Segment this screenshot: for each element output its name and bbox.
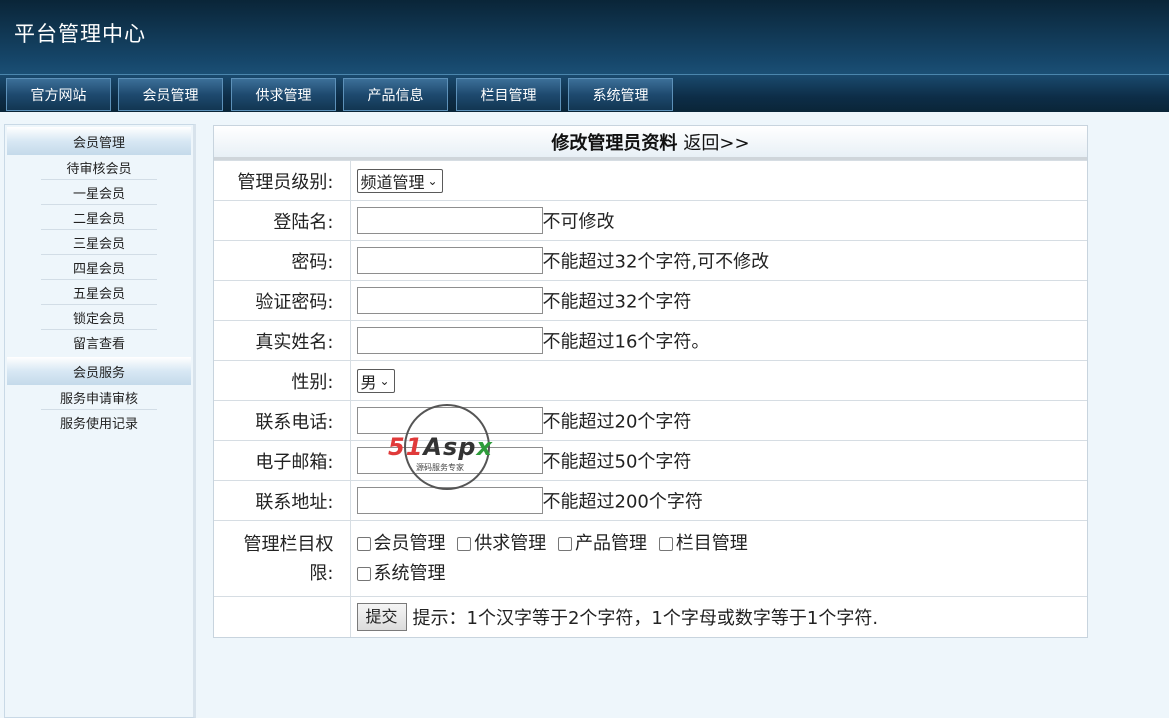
- form-row-password: 密码: 不能超过32个字符,可不修改: [214, 240, 1087, 281]
- permissions-label-line2: 限:: [309, 562, 334, 584]
- form-row-level: 管理员级别: 频道管理 ⌄: [214, 160, 1087, 201]
- realname-hint: 不能超过16个字符。: [542, 331, 710, 353]
- sidebar-item-pending-members[interactable]: 待审核会员: [41, 155, 157, 180]
- chevron-down-icon: ⌄: [427, 173, 438, 188]
- perm-system-checkbox[interactable]: [356, 566, 371, 581]
- top-header: 平台管理中心 官方网站 会员管理 供求管理 产品信息 栏目管理 系统管理: [0, 0, 1169, 112]
- confirm-password-input[interactable]: [356, 287, 543, 314]
- main-nav: 官方网站 会员管理 供求管理 产品信息 栏目管理 系统管理: [0, 74, 1169, 112]
- submit-button[interactable]: 提交: [356, 602, 407, 631]
- login-input[interactable]: [356, 207, 543, 234]
- form-row-realname: 真实姓名: 不能超过16个字符。: [214, 320, 1087, 361]
- nav-member-management[interactable]: 会员管理: [118, 78, 223, 111]
- gender-label: 性别:: [214, 360, 351, 401]
- login-label: 登陆名:: [214, 200, 351, 241]
- gender-select-value: 男: [360, 372, 377, 392]
- nav-column-management[interactable]: 栏目管理: [456, 78, 561, 111]
- app-title: 平台管理中心: [14, 22, 146, 46]
- email-input[interactable]: [356, 447, 543, 474]
- admin-form: 管理员级别: 频道管理 ⌄ 登陆名: 不可修改 密码: 不能超过32个字符,可不…: [214, 160, 1087, 637]
- password-input[interactable]: [356, 247, 543, 274]
- form-row-permissions: 管理栏目权 限: 会员管理 供求管理 产品管理 栏目管理 系统管理: [214, 520, 1087, 597]
- nav-supply-demand[interactable]: 供求管理: [231, 78, 336, 111]
- form-row-email: 电子邮箱: 不能超过50个字符: [214, 440, 1087, 481]
- nav-official-site[interactable]: 官方网站: [6, 78, 111, 111]
- perm-supply-label: 供求管理: [474, 532, 547, 554]
- phone-input[interactable]: [356, 407, 543, 434]
- level-select[interactable]: 频道管理 ⌄: [356, 168, 443, 193]
- perm-product-label: 产品管理: [574, 532, 647, 554]
- perm-member-label: 会员管理: [373, 532, 446, 554]
- perm-system-label: 系统管理: [373, 562, 446, 584]
- confirm-password-hint: 不能超过32个字符: [542, 291, 692, 313]
- sidebar-item-service-log[interactable]: 服务使用记录: [41, 410, 157, 435]
- sidebar-item-three-star[interactable]: 三星会员: [41, 230, 157, 255]
- back-link[interactable]: 返回>>: [683, 129, 749, 155]
- password-hint: 不能超过32个字符,可不修改: [542, 251, 770, 273]
- form-row-confirm: 验证密码: 不能超过32个字符: [214, 280, 1087, 321]
- email-hint: 不能超过50个字符: [542, 451, 692, 473]
- panel-title-bar: 修改管理员资料 返回>>: [214, 126, 1087, 160]
- sidebar-section-services: 会员服务: [7, 357, 191, 385]
- email-label: 电子邮箱:: [214, 440, 351, 481]
- form-row-phone: 联系电话: 不能超过20个字符: [214, 400, 1087, 441]
- sidebar-item-one-star[interactable]: 一星会员: [41, 180, 157, 205]
- sidebar-item-two-star[interactable]: 二星会员: [41, 205, 157, 230]
- permissions-group: 会员管理 供求管理 产品管理 栏目管理 系统管理: [350, 520, 1087, 597]
- form-row-login: 登陆名: 不可修改: [214, 200, 1087, 241]
- level-select-value: 频道管理: [360, 172, 425, 192]
- sidebar-item-five-star[interactable]: 五星会员: [41, 280, 157, 305]
- chevron-down-icon: ⌄: [379, 373, 390, 388]
- sidebar-item-service-review[interactable]: 服务申请审核: [41, 385, 157, 410]
- level-label: 管理员级别:: [214, 160, 351, 201]
- form-row-gender: 性别: 男 ⌄: [214, 360, 1087, 401]
- realname-input[interactable]: [356, 327, 543, 354]
- gender-select[interactable]: 男 ⌄: [356, 368, 395, 393]
- form-row-address: 联系地址: 不能超过200个字符: [214, 480, 1087, 521]
- form-tip: 提示：1个汉字等于2个字符，1个字母或数字等于1个字符.: [412, 607, 879, 629]
- nav-system-management[interactable]: 系统管理: [568, 78, 673, 111]
- login-hint: 不可修改: [542, 211, 615, 233]
- confirm-password-label: 验证密码:: [214, 280, 351, 321]
- password-label: 密码:: [214, 240, 351, 281]
- address-input[interactable]: [356, 487, 543, 514]
- page-title: 修改管理员资料: [551, 132, 678, 154]
- perm-column-checkbox[interactable]: [658, 536, 673, 551]
- sidebar-item-locked[interactable]: 锁定会员: [41, 305, 157, 330]
- permissions-label: 管理栏目权 限:: [214, 520, 351, 597]
- edit-admin-panel: 修改管理员资料 返回>> 管理员级别: 频道管理 ⌄ 登陆名: 不可修改 密码:…: [213, 125, 1088, 638]
- sidebar-item-messages[interactable]: 留言查看: [41, 330, 157, 355]
- phone-label: 联系电话:: [214, 400, 351, 441]
- perm-column-label: 栏目管理: [675, 532, 748, 554]
- sidebar: 会员管理 待审核会员 一星会员 二星会员 三星会员 四星会员 五星会员 锁定会员…: [4, 124, 196, 718]
- sidebar-section-members: 会员管理: [7, 127, 191, 155]
- sidebar-item-four-star[interactable]: 四星会员: [41, 255, 157, 280]
- perm-product-checkbox[interactable]: [557, 536, 572, 551]
- realname-label: 真实姓名:: [214, 320, 351, 361]
- address-hint: 不能超过200个字符: [542, 491, 703, 513]
- form-row-submit: 提交 提示：1个汉字等于2个字符，1个字母或数字等于1个字符.: [214, 596, 1087, 637]
- permissions-label-line1: 管理栏目权: [243, 533, 334, 555]
- perm-supply-checkbox[interactable]: [457, 536, 472, 551]
- phone-hint: 不能超过20个字符: [542, 411, 692, 433]
- nav-product-info[interactable]: 产品信息: [343, 78, 448, 111]
- address-label: 联系地址:: [214, 480, 351, 521]
- perm-member-checkbox[interactable]: [356, 536, 371, 551]
